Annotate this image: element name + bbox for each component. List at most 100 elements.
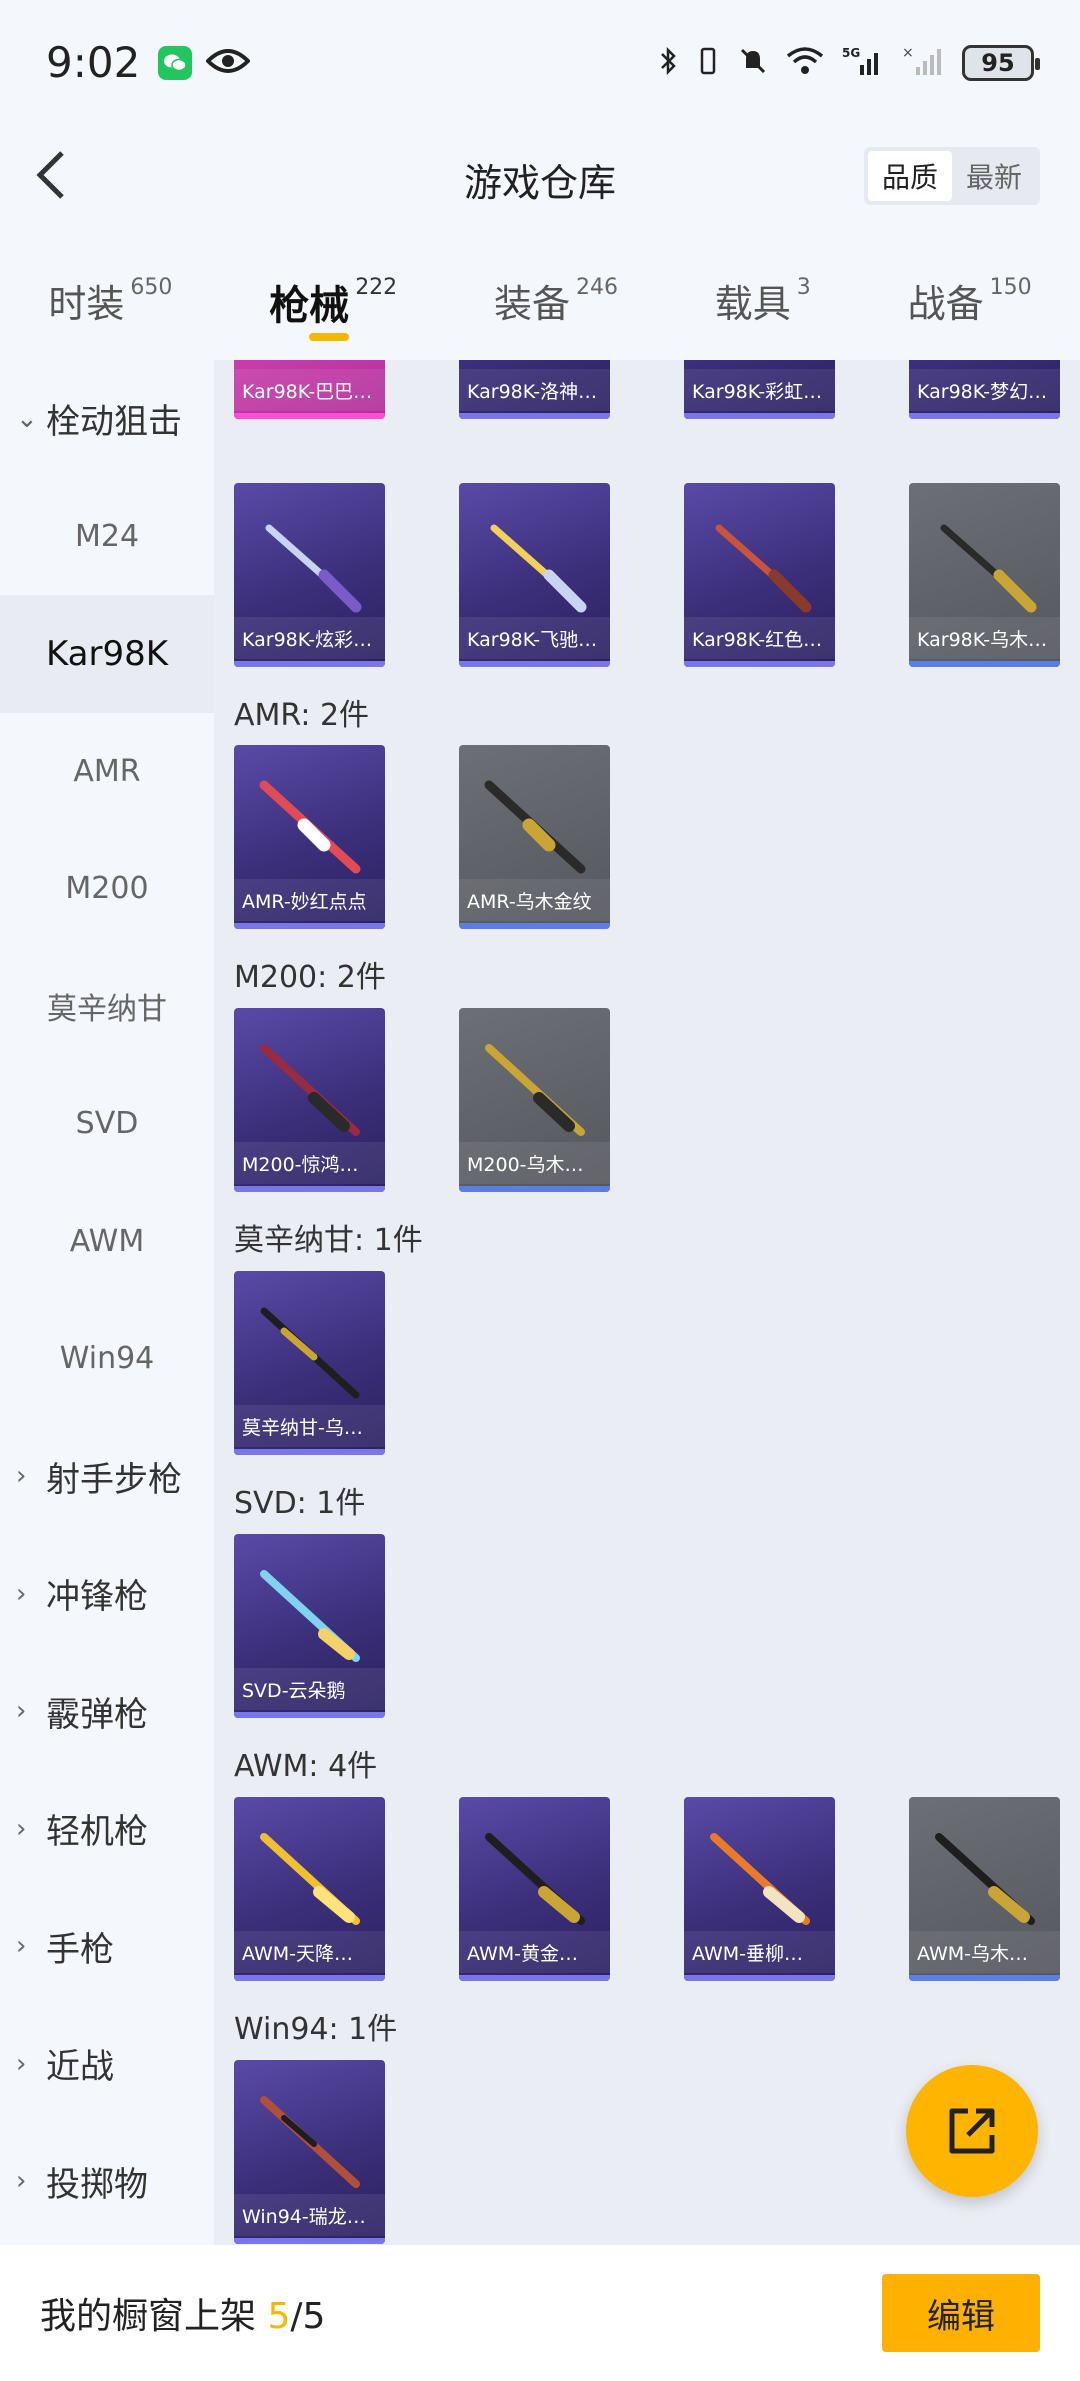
- sidebar-group-throwable[interactable]: › 投掷物: [0, 2123, 214, 2241]
- tab-equipment[interactable]: 装备 246: [494, 273, 618, 328]
- weapon-card-name: AWM-垂柳…: [684, 1931, 835, 1973]
- showcase-status: 我的橱窗上架 5/5: [40, 2287, 325, 2339]
- mute-bell-icon: [738, 46, 768, 80]
- weapon-card[interactable]: M200-惊鸿…: [234, 1008, 385, 1192]
- rifle-icon: [260, 1570, 360, 1662]
- weapon-card[interactable]: AWM-乌木…: [909, 1797, 1060, 1981]
- weapon-card[interactable]: AWM-垂柳…: [684, 1797, 835, 1981]
- tab-label: 战备: [907, 282, 984, 326]
- sidebar-group-label: 近战: [46, 2047, 114, 2088]
- sidebar-item-mosin[interactable]: 莫辛纳甘: [0, 948, 214, 1066]
- chevron-right-icon: ›: [16, 1578, 27, 1609]
- sort-toggle: 品质 最新: [863, 147, 1040, 205]
- sidebar-group-label: 轻机枪: [46, 1812, 148, 1853]
- rifle-icon: [940, 524, 1037, 613]
- sort-quality[interactable]: 品质: [867, 151, 952, 201]
- weapon-card-name: Kar98K-彩虹…: [684, 369, 835, 411]
- weapon-card[interactable]: Kar98K-乌木…: [909, 483, 1060, 667]
- sidebar-group-smg[interactable]: › 冲锋枪: [0, 1535, 214, 1653]
- signal-weak-icon: ×: [902, 45, 944, 81]
- edit-button[interactable]: 编辑: [882, 2274, 1040, 2352]
- tab-fashion[interactable]: 时装 650: [48, 273, 172, 328]
- header: 游戏仓库 品质 最新: [0, 125, 1080, 225]
- rifle-icon: [260, 1833, 360, 1925]
- rifle-icon: [260, 1307, 360, 1399]
- tab-vehicles[interactable]: 载具 3: [715, 273, 811, 328]
- sidebar-group-bolt-sniper[interactable]: ⌄ 栓动狙击: [0, 360, 214, 478]
- chevron-down-icon: ⌄: [16, 403, 38, 434]
- vibrate-icon: [696, 46, 720, 80]
- sidebar-group-pistol[interactable]: › 手枪: [0, 1888, 214, 2006]
- sidebar-item-kar98k[interactable]: Kar98K: [0, 595, 214, 713]
- weapon-card[interactable]: AMR-妙红点点: [234, 745, 385, 929]
- active-tab-indicator: [309, 333, 350, 341]
- sidebar-item-amr[interactable]: AMR: [0, 713, 214, 831]
- weapon-card-name: Kar98K-梦幻…: [909, 369, 1060, 411]
- weapon-card[interactable]: AWM-天降…: [234, 1797, 385, 1981]
- showcase-label: 我的橱窗上架: [40, 2296, 268, 2337]
- sidebar-group-melee[interactable]: › 近战: [0, 2005, 214, 2123]
- showcase-bar: 我的橱窗上架 5/5 编辑: [0, 2245, 1080, 2381]
- chevron-right-icon: ›: [16, 1813, 27, 1844]
- tab-supplies[interactable]: 战备 150: [908, 273, 1032, 328]
- chevron-right-icon: ›: [16, 1461, 27, 1492]
- rifle-icon: [260, 1044, 360, 1136]
- tab-firearms[interactable]: 枪械 222: [269, 273, 398, 341]
- share-fab[interactable]: [906, 2065, 1038, 2197]
- weapon-card[interactable]: Kar98K-红色…: [684, 483, 835, 667]
- section-label-win94: Win94: 1件: [234, 2012, 398, 2047]
- weapon-card[interactable]: Kar98K-梦幻…: [909, 360, 1060, 419]
- weapon-card-name: Kar98K-飞驰…: [459, 617, 610, 659]
- sidebar-group-label: 霰弹枪: [46, 1694, 148, 1735]
- weapon-card-name: Kar98K-巴巴…: [234, 369, 385, 411]
- section-label-svd: SVD: 1件: [234, 1486, 366, 1521]
- sidebar-group-label: 射手步枪: [46, 1459, 182, 1500]
- weapon-card-name: Kar98K-洛神…: [459, 369, 610, 411]
- tab-label: 载具: [714, 282, 791, 326]
- weapon-card[interactable]: AMR-乌木金纹: [459, 745, 610, 929]
- rifle-icon: [259, 780, 361, 874]
- weapon-card-name: Win94-瑞龙…: [234, 2194, 385, 2236]
- chevron-right-icon: ›: [16, 1931, 27, 1962]
- weapon-card[interactable]: Win94-瑞龙…: [234, 2060, 385, 2244]
- weapon-card[interactable]: SVD-云朵鹅: [234, 1534, 385, 1718]
- rifle-icon: [260, 2096, 360, 2188]
- share-external-icon: [949, 2108, 995, 2154]
- svg-text:×: ×: [902, 45, 914, 61]
- sidebar-item-m24[interactable]: M24: [0, 478, 214, 596]
- chevron-right-icon: ›: [16, 2166, 27, 2197]
- eye-icon: [205, 47, 252, 79]
- weapon-card[interactable]: Kar98K-飞驰…: [459, 483, 610, 667]
- wifi-icon: [786, 46, 824, 80]
- sidebar-group-shotgun[interactable]: › 霰弹枪: [0, 1653, 214, 1771]
- rifle-icon: [715, 524, 812, 613]
- rifle-icon: [935, 1833, 1035, 1925]
- battery-indicator: 95: [962, 44, 1040, 81]
- weapon-card[interactable]: Kar98K-炫彩…: [234, 483, 385, 667]
- tab-label: 时装: [48, 282, 125, 326]
- weapon-card[interactable]: Kar98K-巴巴…: [234, 360, 385, 419]
- signal-5g-icon: 5G: [842, 45, 884, 81]
- weapon-card-name: AWM-乌木…: [909, 1931, 1060, 1973]
- svg-text:5G: 5G: [842, 46, 860, 60]
- sidebar-item-m200[interactable]: M200: [0, 830, 214, 948]
- sort-newest[interactable]: 最新: [952, 151, 1036, 201]
- bluetooth-icon: [658, 46, 678, 80]
- sidebar-group-marksman[interactable]: › 射手步枪: [0, 1418, 214, 1536]
- status-bar: 9:02 5G × 95: [0, 0, 1080, 125]
- weapon-card-name: Kar98K-乌木…: [909, 617, 1060, 659]
- weapon-card[interactable]: Kar98K-彩虹…: [684, 360, 835, 419]
- status-time: 9:02: [46, 38, 141, 87]
- weapon-card[interactable]: AWM-黄金…: [459, 1797, 610, 1981]
- rifle-icon: [490, 524, 587, 613]
- weapon-card[interactable]: 莫辛纳甘-乌…: [234, 1271, 385, 1455]
- sidebar-item-win94[interactable]: Win94: [0, 1300, 214, 1418]
- sidebar-item-svd[interactable]: SVD: [0, 1065, 214, 1183]
- rifle-icon: [485, 1833, 585, 1925]
- sidebar-item-awm[interactable]: AWM: [0, 1183, 214, 1301]
- sidebar-group-lmg[interactable]: › 轻机枪: [0, 1770, 214, 1888]
- weapon-card[interactable]: Kar98K-洛神…: [459, 360, 610, 419]
- weapon-type-sidebar: ⌄ 栓动狙击 M24 Kar98K AMR M200 莫辛纳甘 SVD AWM …: [0, 360, 214, 2245]
- tab-count: 222: [355, 275, 398, 300]
- weapon-card[interactable]: M200-乌木…: [459, 1008, 610, 1192]
